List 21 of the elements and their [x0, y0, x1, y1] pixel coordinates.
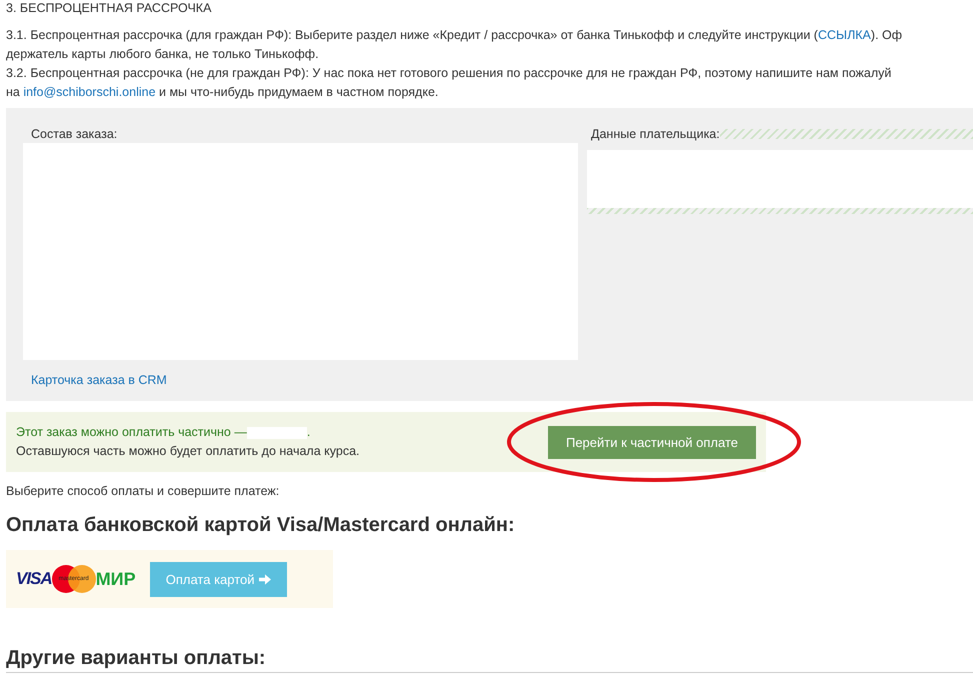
paragraph-line: на info@schiborschi.online и мы что-нибудь придумаем в частном порядке. [6, 84, 440, 101]
paragraph-line: держатель карты любого банка, не только Тинькофф. [6, 46, 320, 63]
crm-link[interactable]: Карточка заказа в CRM [31, 373, 973, 387]
paragraph-line: 3.2. Беспроцентная рассрочка (не для граждан РФ): У нас пока нет готового решения по рассрочке для не граждан РФ, поэтому напишите нам пожалуй [6, 65, 892, 82]
payer-label: Данные плательщика: [590, 126, 720, 143]
redaction-mark [246, 426, 307, 438]
visa-logo: VISA [16, 569, 52, 589]
remaining-payment-text: Оставшуюся часть можно будет оплатить до начала курса. [16, 443, 360, 460]
order-label: Состав заказа: [30, 126, 118, 143]
mir-logo: МИР [96, 568, 136, 590]
link[interactable]: ССЫЛКА [818, 28, 871, 42]
instruction-text: Выберите способ оплаты и совершите платеж: [6, 483, 280, 499]
section-title: 3. БЕСПРОЦЕНТНАЯ РАССРОЧКА [6, 0, 212, 17]
partial-payment-button[interactable]: Перейти к частичной оплате [548, 426, 756, 458]
arrow-right-icon [258, 574, 271, 584]
card-payment-heading: Оплата банковской картой Visa/Mastercard онлайн: [6, 513, 516, 537]
period-text: . [306, 424, 310, 441]
partial-payment-text: Этот заказ можно оплатить частично — [16, 424, 247, 441]
paragraph-line: 3.1. Беспроцентная рассрочка (для граждан РФ): Выберите раздел ниже «Кредит / рассрочка» от банка Тинькофф и следуйте инструкции (ССЫЛКА). Оф [6, 27, 904, 44]
link[interactable]: info@schiborschi.online [23, 85, 156, 99]
other-payment-heading: Другие варианты оплаты: [6, 646, 973, 673]
